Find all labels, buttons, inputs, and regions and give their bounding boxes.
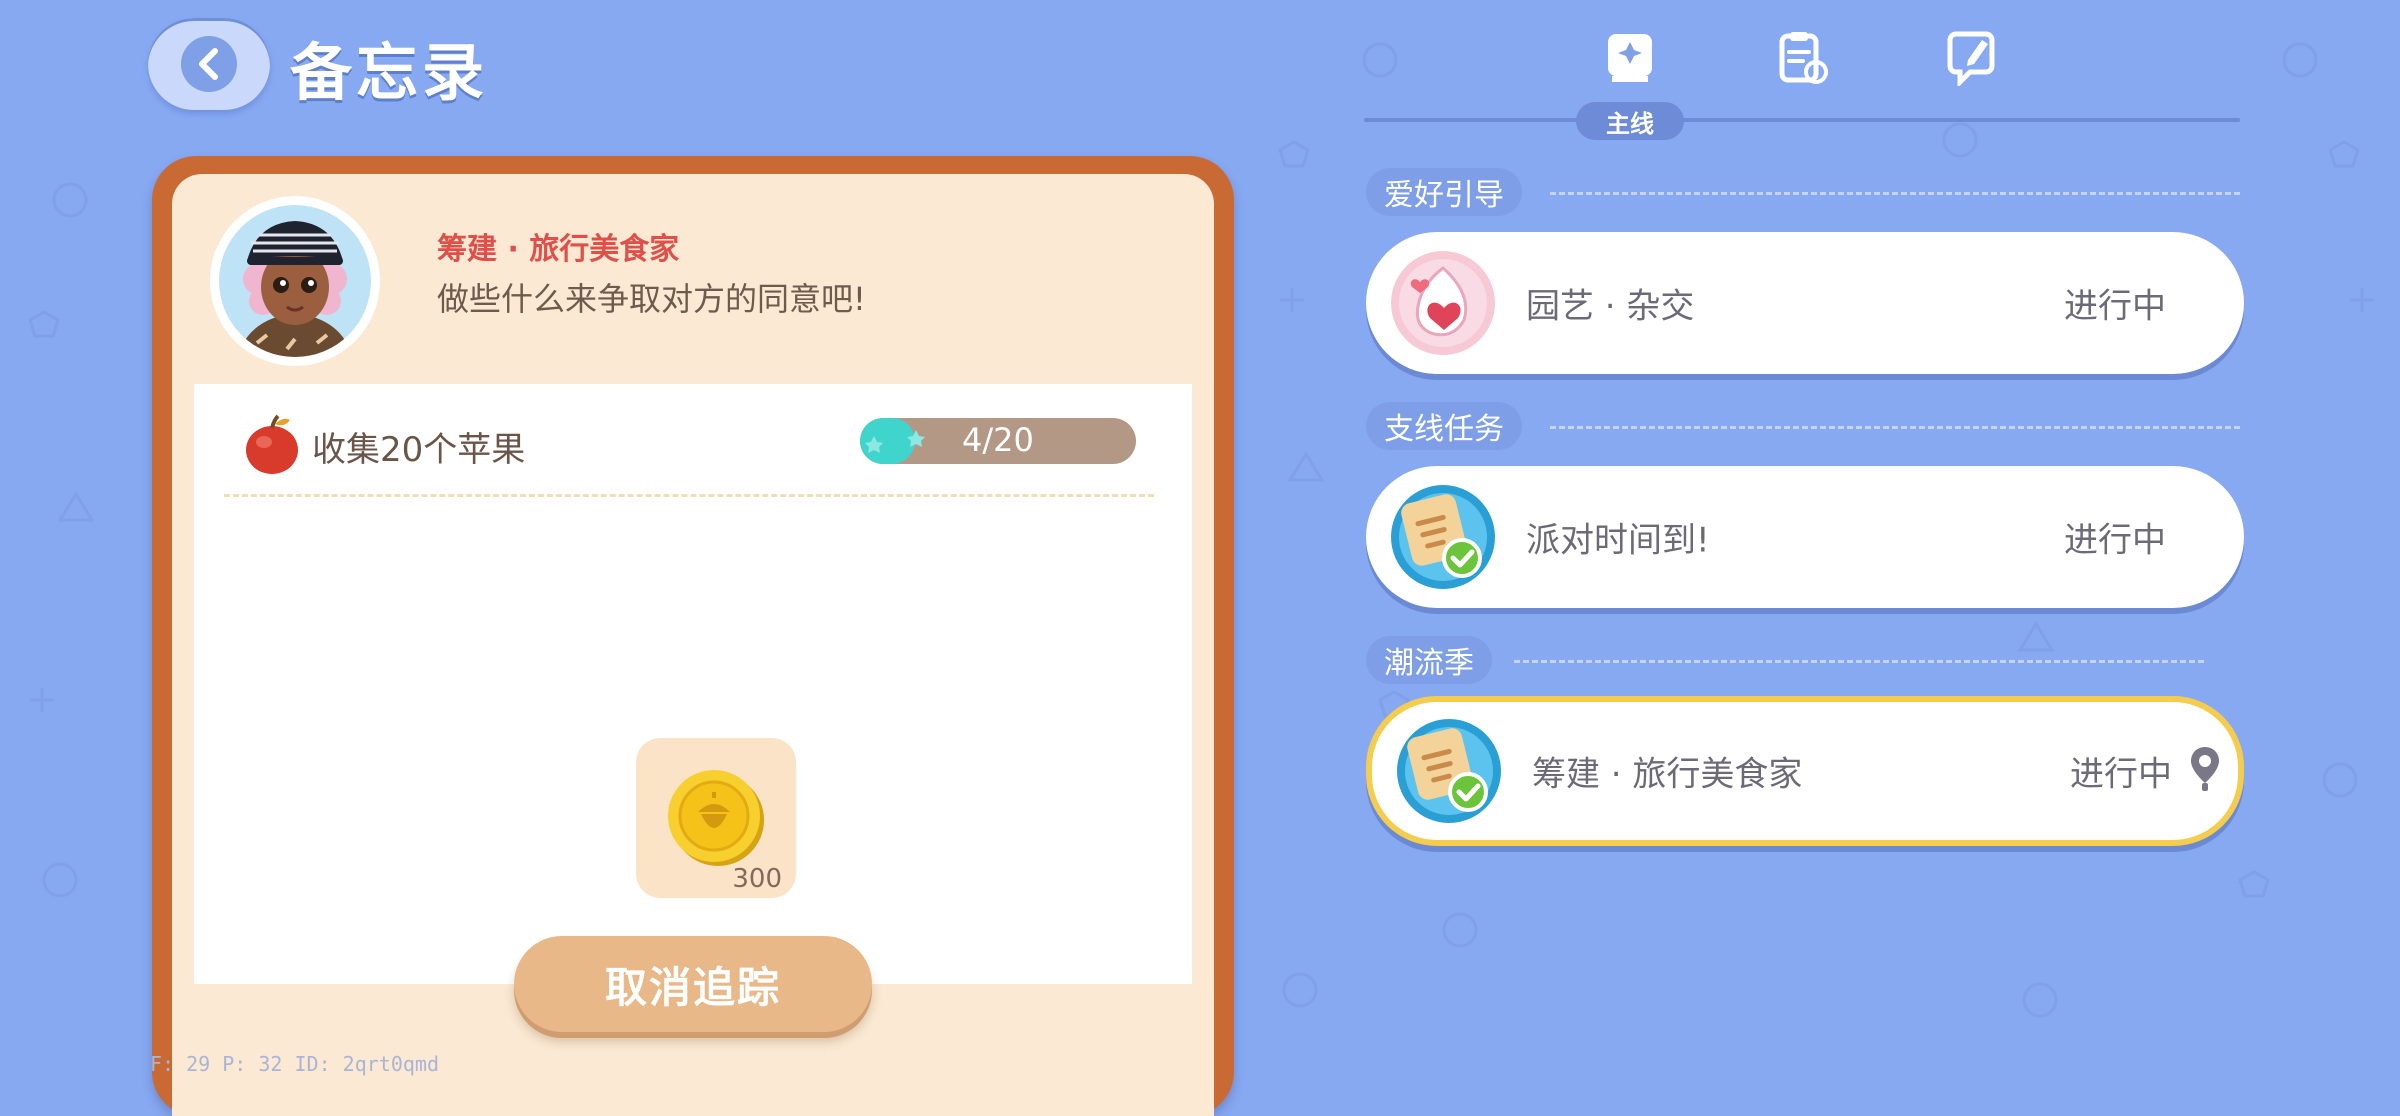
task-name: 收集20个苹果 bbox=[312, 429, 526, 470]
location-pin-icon[interactable] bbox=[2188, 745, 2222, 797]
pencil-note-icon bbox=[1947, 31, 1995, 86]
quest-item-traveling-gourmet[interactable]: 筹建 · 旅行美食家 进行中 bbox=[1366, 696, 2244, 846]
section-divider bbox=[1550, 426, 2240, 429]
quest-detail-inner: 筹建 · 旅行美食家 做些什么来争取对方的同意吧! 收集20个苹果 4/20 3… bbox=[172, 174, 1214, 1116]
quest-detail-card: 筹建 · 旅行美食家 做些什么来争取对方的同意吧! 收集20个苹果 4/20 3… bbox=[152, 156, 1234, 1116]
tab-underline bbox=[1364, 118, 2240, 122]
quest-item-party[interactable]: 派对时间到! 进行中 bbox=[1366, 466, 2244, 608]
task-objective: 收集20个苹果 bbox=[242, 412, 525, 480]
tab-daily-quests[interactable] bbox=[1772, 28, 1832, 88]
sparkle-book-icon bbox=[1608, 34, 1652, 82]
reward-item[interactable]: 300 bbox=[636, 738, 796, 898]
quest-name: 筹建 · 旅行美食家 bbox=[1532, 754, 1803, 795]
divider bbox=[224, 494, 1154, 497]
npc-name: 筹建 · 旅行美食家 bbox=[437, 232, 680, 267]
reward-quantity: 300 bbox=[732, 864, 782, 894]
apple-icon bbox=[242, 412, 302, 480]
acorn-coin-icon bbox=[660, 760, 772, 876]
debug-info: F: 29 P: 32 ID: 2qrt0qmd bbox=[150, 1052, 439, 1076]
section-title-hobby: 爱好引导 bbox=[1366, 168, 1522, 216]
quest-status: 进行中 bbox=[2070, 754, 2172, 795]
back-button[interactable] bbox=[148, 18, 270, 110]
quest-name: 派对时间到! bbox=[1526, 520, 1710, 561]
section-title-trend-season: 潮流季 bbox=[1366, 636, 1492, 684]
tab-notes[interactable] bbox=[1942, 28, 2002, 88]
section-divider bbox=[1514, 660, 2204, 663]
task-progress-text: 4/20 bbox=[962, 421, 1034, 459]
category-tabs: 主线 bbox=[1364, 0, 2240, 150]
npc-avatar bbox=[210, 196, 380, 366]
section-title-side-quests: 支线任务 bbox=[1366, 402, 1522, 450]
star-decoration-icon bbox=[865, 430, 925, 453]
cancel-tracking-button[interactable]: 取消追踪 bbox=[514, 936, 872, 1032]
quest-status: 进行中 bbox=[2064, 520, 2166, 561]
note-check-icon bbox=[1390, 484, 1496, 590]
task-progress-fill bbox=[860, 418, 925, 464]
note-check-icon bbox=[1396, 718, 1502, 824]
back-arrow-icon bbox=[181, 36, 237, 92]
quest-status: 进行中 bbox=[2064, 286, 2166, 327]
task-progress-bar: 4/20 bbox=[860, 418, 1136, 464]
npc-message: 做些什么来争取对方的同意吧! bbox=[437, 280, 866, 318]
clipboard-refresh-icon bbox=[1779, 32, 1828, 84]
quest-name: 园艺 · 杂交 bbox=[1526, 286, 1695, 327]
heart-egg-icon bbox=[1390, 250, 1496, 356]
task-panel: 收集20个苹果 4/20 300 bbox=[194, 384, 1192, 984]
section-divider bbox=[1550, 192, 2240, 195]
page-title: 备忘录 bbox=[290, 36, 489, 109]
quest-item-gardening[interactable]: 园艺 · 杂交 进行中 bbox=[1366, 232, 2244, 374]
tab-main-label: 主线 bbox=[1576, 102, 1684, 140]
tab-main-quests[interactable] bbox=[1600, 28, 1660, 88]
